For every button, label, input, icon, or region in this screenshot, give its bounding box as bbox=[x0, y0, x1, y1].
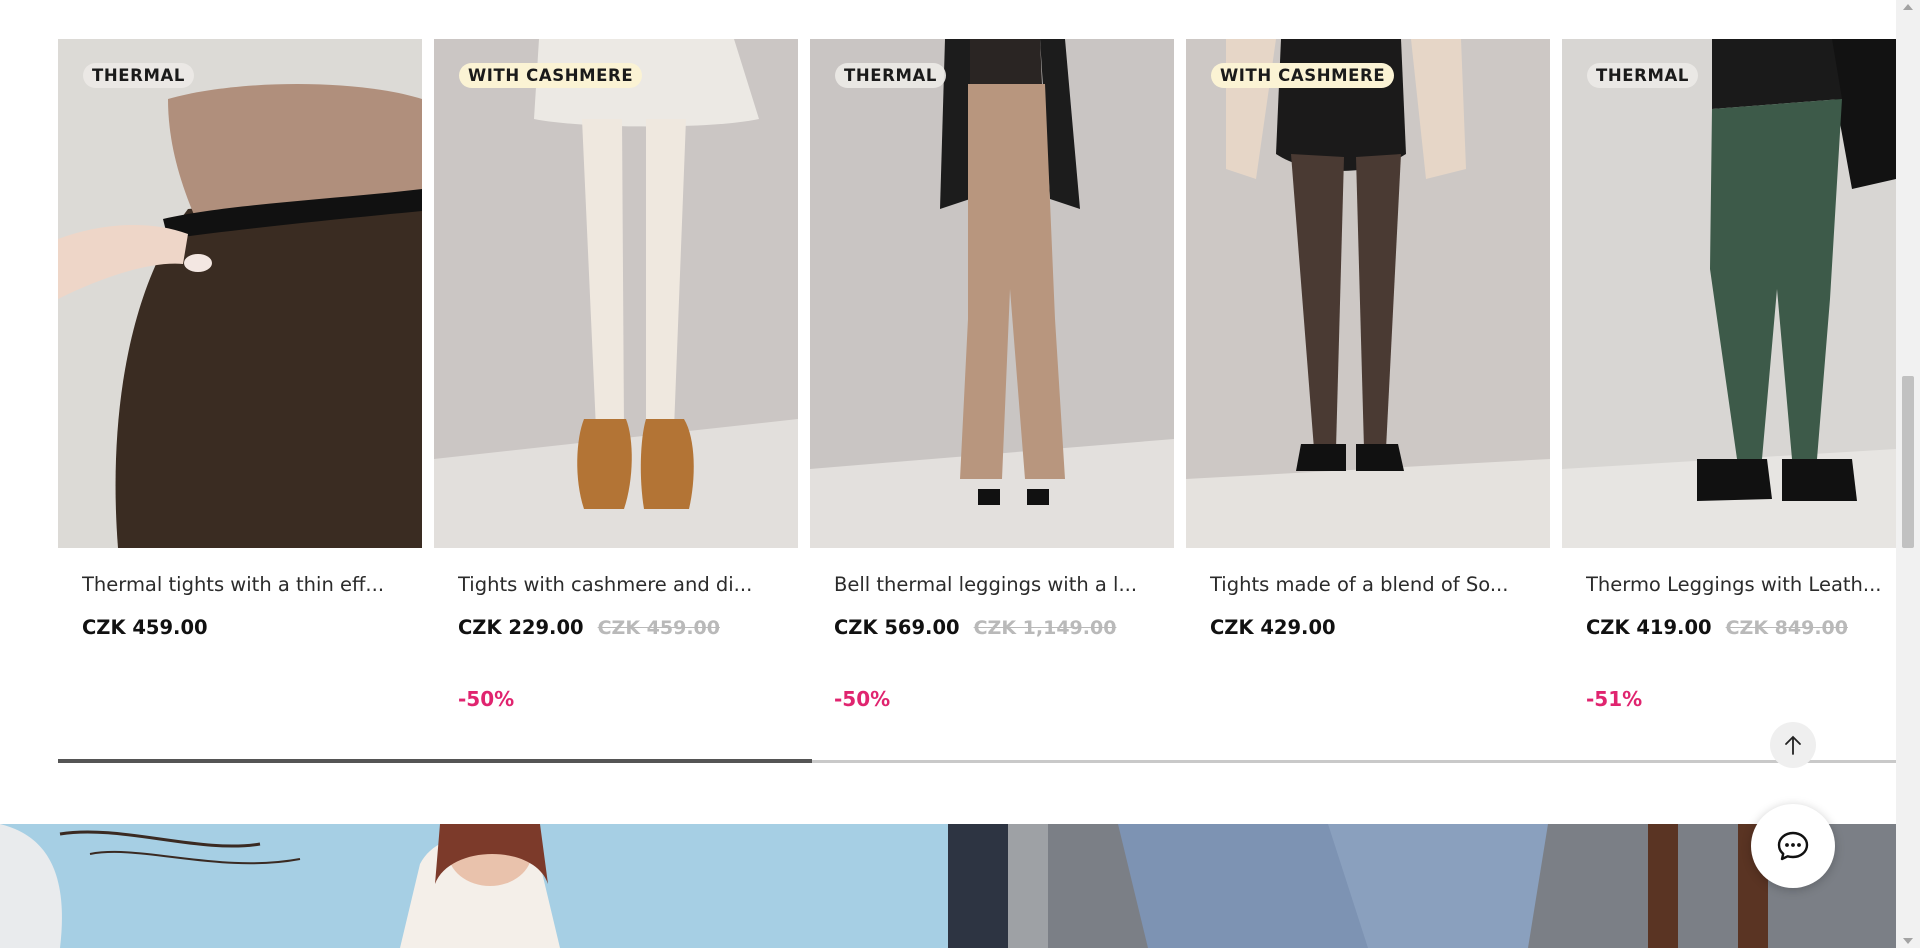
product-badge: THERMAL bbox=[835, 63, 946, 88]
current-price: CZK 229.00 bbox=[458, 616, 584, 639]
current-price: CZK 419.00 bbox=[1586, 616, 1712, 639]
original-price: CZK 1,149.00 bbox=[973, 617, 1117, 639]
product-image[interactable]: WITH CASHMERE bbox=[1186, 39, 1550, 548]
product-image[interactable]: THERMAL bbox=[58, 39, 422, 548]
price-row: CZK 569.00 CZK 1,149.00 bbox=[834, 616, 1116, 639]
product-card[interactable]: WITH CASHMERE Tights with cashmere and d… bbox=[434, 39, 798, 711]
product-badge: THERMAL bbox=[83, 63, 194, 88]
product-card[interactable]: THERMAL Thermo Leggings with Leath... CZ… bbox=[1562, 39, 1920, 711]
product-image[interactable]: THERMAL bbox=[810, 39, 1174, 548]
price-row: CZK 229.00 CZK 459.00 bbox=[458, 616, 720, 639]
product-title[interactable]: Bell thermal leggings with a l... bbox=[834, 573, 1164, 596]
product-title[interactable]: Tights with cashmere and di... bbox=[458, 573, 788, 596]
scroll-down-arrow-icon[interactable] bbox=[1903, 938, 1913, 944]
carousel-progress-track[interactable] bbox=[58, 759, 1896, 763]
discount-label: -50% bbox=[458, 687, 515, 711]
product-badge: WITH CASHMERE bbox=[1211, 63, 1395, 88]
chat-bubble-icon bbox=[1777, 831, 1809, 861]
product-title[interactable]: Tights made of a blend of So... bbox=[1210, 573, 1540, 596]
price-row: CZK 459.00 bbox=[82, 616, 208, 639]
carousel-progress-thumb[interactable] bbox=[58, 759, 812, 763]
product-card[interactable]: THERMAL Thermal tights with a thin eff..… bbox=[58, 39, 422, 679]
product-carousel: THERMAL Thermal tights with a thin eff..… bbox=[58, 39, 1896, 759]
current-price: CZK 569.00 bbox=[834, 616, 960, 639]
original-price: CZK 459.00 bbox=[597, 617, 720, 639]
original-price: CZK 849.00 bbox=[1725, 617, 1848, 639]
scrollbar-thumb[interactable] bbox=[1902, 376, 1914, 548]
product-image[interactable]: WITH CASHMERE bbox=[434, 39, 798, 548]
current-price: CZK 429.00 bbox=[1210, 616, 1336, 639]
scroll-up-arrow-icon[interactable] bbox=[1903, 4, 1913, 10]
price-row: CZK 419.00 CZK 849.00 bbox=[1586, 616, 1848, 639]
product-card[interactable]: WITH CASHMERE Tights made of a blend of … bbox=[1186, 39, 1550, 679]
product-image[interactable]: THERMAL bbox=[1562, 39, 1920, 548]
product-card[interactable]: THERMAL Bell thermal leggings with a l..… bbox=[810, 39, 1174, 711]
back-to-top-button[interactable] bbox=[1770, 722, 1816, 768]
discount-label: -50% bbox=[834, 687, 891, 711]
product-title[interactable]: Thermal tights with a thin eff... bbox=[82, 573, 412, 596]
price-row: CZK 429.00 bbox=[1210, 616, 1336, 639]
current-price: CZK 459.00 bbox=[82, 616, 208, 639]
page-scrollbar[interactable] bbox=[1896, 0, 1920, 948]
arrow-up-icon bbox=[1785, 735, 1801, 755]
product-title[interactable]: Thermo Leggings with Leath... bbox=[1586, 573, 1916, 596]
product-badge: THERMAL bbox=[1587, 63, 1698, 88]
product-badge: WITH CASHMERE bbox=[459, 63, 643, 88]
promo-banner-left[interactable] bbox=[0, 824, 948, 948]
discount-label: -51% bbox=[1586, 687, 1643, 711]
chat-button[interactable] bbox=[1751, 804, 1835, 888]
